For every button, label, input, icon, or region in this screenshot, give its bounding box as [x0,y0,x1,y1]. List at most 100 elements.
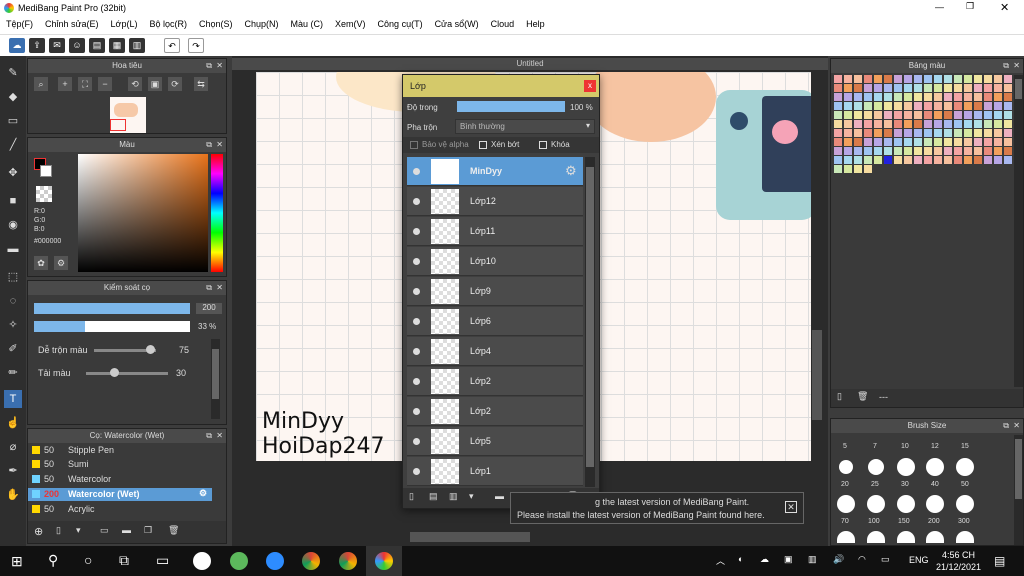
trash-icon[interactable]: 🗑 [857,391,868,402]
palette-swatch[interactable] [874,75,882,83]
palette-swatch[interactable] [844,84,852,92]
close-icon[interactable]: ✕ [216,138,223,152]
palette-swatch[interactable] [914,84,922,92]
palette-swatch[interactable] [854,84,862,92]
palette-swatch[interactable] [1004,75,1012,83]
task-view-icon[interactable]: ○ [84,552,92,568]
size-label[interactable]: 50 [961,481,969,488]
palette-swatch[interactable] [874,102,882,110]
size-dot[interactable] [956,495,974,513]
zoom-icon[interactable]: ⌕ [34,77,48,91]
palette-swatch[interactable] [984,147,992,155]
palette-swatch[interactable] [894,138,902,146]
layer-row[interactable]: Lớp4 [407,337,583,366]
palette-swatch[interactable] [994,93,1002,101]
palette-swatch[interactable] [854,138,862,146]
trash-icon[interactable]: 🗑 [168,525,179,536]
palette-swatch[interactable] [914,165,922,173]
layer-scrollbar[interactable] [585,157,595,487]
palette-swatch[interactable] [864,75,872,83]
brush-tool-icon[interactable]: ✎ [4,64,22,82]
notification-line2[interactable]: Please install the latest version of Med… [517,510,765,520]
close-icon[interactable]: ✕ [216,59,223,73]
palette-swatch[interactable] [854,111,862,119]
clip-checkbox[interactable] [479,141,487,149]
palette-swatch[interactable] [994,156,1002,164]
size-label[interactable]: 40 [931,481,939,488]
palette-swatch[interactable] [934,129,942,137]
palette-swatch[interactable] [914,93,922,101]
new-brush-icon[interactable]: ▯ [56,525,61,536]
palette-swatch[interactable] [914,102,922,110]
maximize-button[interactable]: ❐ [966,1,974,12]
palette-swatch[interactable] [984,84,992,92]
palette-swatch[interactable] [974,75,982,83]
menu-filter[interactable]: Bộ lọc(R) [143,17,193,34]
palette-swatch[interactable] [984,138,992,146]
palette-swatch[interactable] [964,138,972,146]
palette-swatch[interactable] [994,147,1002,155]
palette-swatch[interactable] [844,156,852,164]
palette-swatch[interactable] [974,138,982,146]
fit-icon[interactable]: ⛶ [78,77,92,91]
palette-swatch[interactable] [914,147,922,155]
menu-help[interactable]: Help [520,17,551,34]
palette-swatch[interactable] [994,111,1002,119]
size-dot[interactable] [926,495,944,513]
palette-swatch[interactable] [834,120,842,128]
close-icon[interactable]: ✕ [216,281,223,295]
palette-swatch[interactable] [854,75,862,83]
chrome-icon[interactable] [302,552,320,570]
transparent-color-swatch[interactable] [36,186,52,202]
color-picker-square[interactable] [78,154,208,272]
gear-icon[interactable]: ⚙ [565,163,577,179]
palette-swatch[interactable] [984,75,992,83]
palette-swatch[interactable] [904,147,912,155]
palette-swatch[interactable] [894,93,902,101]
palette-swatch[interactable] [944,93,952,101]
palette-swatch[interactable] [914,138,922,146]
palette-swatch[interactable] [924,102,932,110]
palette-swatch[interactable] [854,102,862,110]
palette-swatch[interactable] [854,156,862,164]
visibility-icon[interactable] [413,378,420,385]
brush-size-scrollbar[interactable] [1014,435,1023,545]
layer-window-header[interactable]: Lớp x [403,75,599,97]
medibang-icon[interactable] [375,552,393,570]
palette-swatch[interactable] [1004,111,1012,119]
palette-swatch[interactable] [834,156,842,164]
layer-menu-icon[interactable]: ▾ [469,491,474,502]
layer-close-button[interactable]: x [584,80,596,92]
close-icon[interactable]: ✕ [785,501,797,513]
brush-opacity-bar[interactable] [34,321,190,332]
palette-swatch[interactable] [924,156,932,164]
palette-swatch[interactable] [834,147,842,155]
brush-size-bar[interactable] [34,303,190,314]
background-color-swatch[interactable] [40,165,52,177]
tray-icon[interactable]: ▥ [808,554,817,565]
palette-swatch[interactable] [844,120,852,128]
layer-row[interactable]: Lớp11 [407,217,583,246]
palette-swatch[interactable] [834,138,842,146]
palette-swatch[interactable] [924,93,932,101]
size-label[interactable]: 15 [961,443,969,450]
palette-swatch[interactable] [934,102,942,110]
palette-swatch[interactable] [1004,156,1012,164]
menu-color[interactable]: Màu (C) [285,17,330,34]
menu-view[interactable]: Xem(V) [329,17,372,34]
layer-row[interactable]: Lớp2 [407,367,583,396]
size-label[interactable]: 150 [898,518,910,525]
size-label[interactable]: 200 [928,518,940,525]
menu-file[interactable]: Tệp(F) [0,17,39,34]
palette-scrollbar[interactable] [1014,75,1023,387]
size-dot[interactable] [926,458,944,476]
palette-swatch[interactable] [914,129,922,137]
palette-swatch[interactable] [874,165,882,173]
palette-swatch[interactable] [944,102,952,110]
palette-swatch[interactable] [994,102,1002,110]
palette-swatch[interactable] [934,75,942,83]
size-dot[interactable] [926,531,944,543]
layer-row[interactable]: Lớp1 [407,457,583,486]
palette-swatch[interactable] [884,84,892,92]
palette-swatch[interactable] [964,111,972,119]
